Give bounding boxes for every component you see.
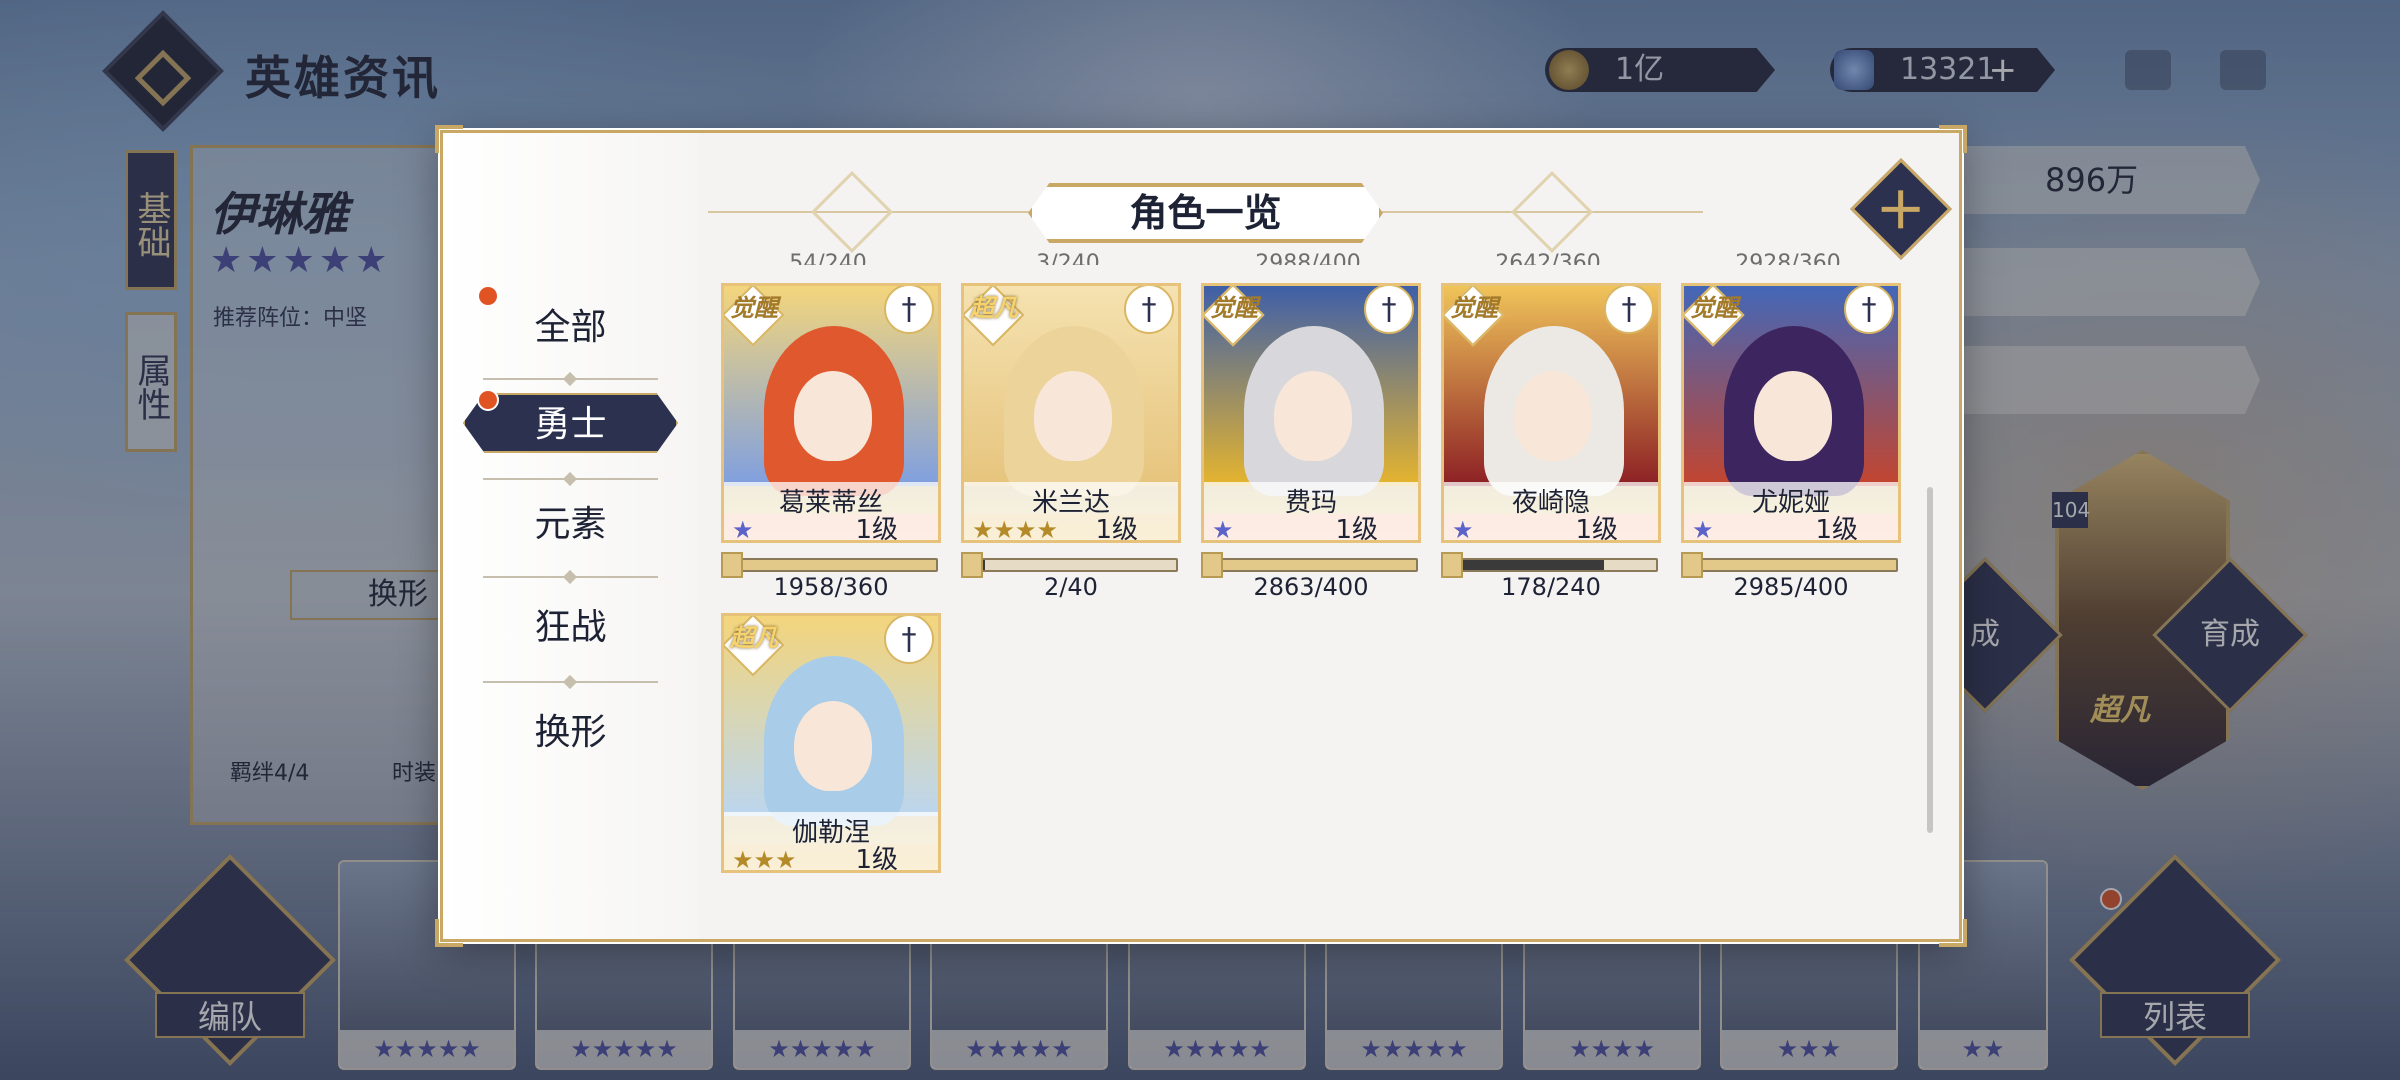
shard-progress-text: 178/240 <box>1501 573 1601 601</box>
category-divider <box>483 576 658 578</box>
shard-progress-text: 2985/400 <box>1733 573 1849 601</box>
dialog-title: 角色一览 <box>1028 183 1383 243</box>
hero-badge-label: 觉醒 <box>1690 294 1738 322</box>
sword-class-icon: † <box>1124 286 1174 334</box>
hero-name: 尤妮娅 <box>1684 482 1898 518</box>
category-shapeshift[interactable]: 换形 <box>463 703 678 763</box>
hero-face <box>794 371 872 461</box>
hero-level: 1级 <box>855 845 898 873</box>
shard-progress-bar <box>1201 552 1418 578</box>
peek-progress: 2642/360 <box>1495 251 1601 265</box>
hero-level: 1级 <box>855 515 898 543</box>
close-button[interactable] <box>1850 158 1952 260</box>
category-divider <box>483 681 658 683</box>
hero-stars: ★★★ <box>732 846 797 873</box>
hero-name: 葛莱蒂丝 <box>724 482 938 518</box>
shard-progress-text: 2863/400 <box>1253 573 1369 601</box>
hero-stars: ★★★★ <box>972 516 1059 543</box>
shard-progress-text: 2/40 <box>1044 573 1098 601</box>
hero-level: 1级 <box>1815 515 1858 543</box>
hero-name: 费玛 <box>1204 482 1418 518</box>
peek-progress: 3/240 <box>1036 251 1100 265</box>
diamond-ornament <box>810 170 894 254</box>
hero-name: 夜崎隐 <box>1444 482 1658 518</box>
corner-ornament <box>1939 125 1967 153</box>
hero-card[interactable]: 觉醒 † 葛莱蒂丝 ★ 1级 <box>721 283 941 543</box>
hero-badge-label: 超凡 <box>730 624 778 652</box>
sword-class-icon: † <box>884 616 934 664</box>
hero-face <box>1274 371 1352 461</box>
hero-name: 米兰达 <box>964 482 1178 518</box>
hero-level-row: ★ 1级 <box>1444 514 1658 543</box>
sword-class-icon: † <box>1844 286 1894 334</box>
hero-badge-label: 觉醒 <box>1450 294 1498 322</box>
category-divider <box>483 478 658 480</box>
hero-name: 伽勒涅 <box>724 812 938 848</box>
peek-progress: 54/240 <box>789 251 867 265</box>
hero-face <box>794 701 872 791</box>
rank-star-icon: ★ <box>1452 516 1474 543</box>
hero-card[interactable]: 超凡 † 米兰达 ★★★★ 1级 <box>961 283 1181 543</box>
hero-level-row: ★ 1级 <box>724 514 938 543</box>
category-notify-dot <box>477 389 499 411</box>
rank-star-icon: ★ <box>1212 516 1234 543</box>
hero-level-row: ★★★★ 1级 <box>964 514 1178 543</box>
peek-progress: 2928/360 <box>1735 251 1841 265</box>
hero-level-row: ★★★ 1级 <box>724 844 938 873</box>
hero-level-row: ★ 1级 <box>1684 514 1898 543</box>
shard-progress-bar <box>1441 552 1658 578</box>
sword-class-icon: † <box>884 286 934 334</box>
hero-level: 1级 <box>1095 515 1138 543</box>
rank-star-icon: ★ <box>1692 516 1714 543</box>
roster-dialog: 角色一览 全部 勇士 元素 狂战 换形 54/240 3/240 2988/40… <box>435 125 1967 947</box>
hero-face <box>1754 371 1832 461</box>
hero-card[interactable]: 超凡 † 伽勒涅 ★★★ 1级 <box>721 613 941 873</box>
shard-progress-bar <box>961 552 1178 578</box>
hero-level: 1级 <box>1335 515 1378 543</box>
shard-progress-bar <box>721 552 938 578</box>
scrollbar[interactable] <box>1927 487 1933 833</box>
sword-class-icon: † <box>1604 286 1654 334</box>
hero-card[interactable]: 觉醒 † 夜崎隐 ★ 1级 <box>1441 283 1661 543</box>
hero-badge-label: 觉醒 <box>1210 294 1258 322</box>
hero-level-row: ★ 1级 <box>1204 514 1418 543</box>
rank-star-icon: ★ <box>732 516 754 543</box>
sword-class-icon: † <box>1364 286 1414 334</box>
hero-badge-label: 觉醒 <box>730 294 778 322</box>
category-berserk[interactable]: 狂战 <box>463 598 678 658</box>
hero-card[interactable]: 觉醒 † 尤妮娅 ★ 1级 <box>1681 283 1901 543</box>
category-all[interactable]: 全部 <box>463 298 678 358</box>
shard-progress-text: 1958/360 <box>773 573 889 601</box>
category-divider <box>483 378 658 380</box>
hero-level: 1级 <box>1575 515 1618 543</box>
category-element[interactable]: 元素 <box>463 495 678 555</box>
shard-progress-fill <box>1455 560 1604 570</box>
peek-progress: 2988/400 <box>1255 251 1361 265</box>
corner-ornament <box>1939 919 1967 947</box>
hero-card[interactable]: 觉醒 † 费玛 ★ 1级 <box>1201 283 1421 543</box>
diamond-ornament <box>1510 170 1594 254</box>
shard-progress-fill <box>735 560 936 570</box>
hero-face <box>1034 371 1112 461</box>
hero-badge-label: 超凡 <box>970 294 1018 322</box>
hero-face <box>1514 371 1592 461</box>
shard-progress-fill <box>1215 560 1416 570</box>
shard-progress-bar <box>1681 552 1898 578</box>
shard-progress-fill <box>1695 560 1896 570</box>
